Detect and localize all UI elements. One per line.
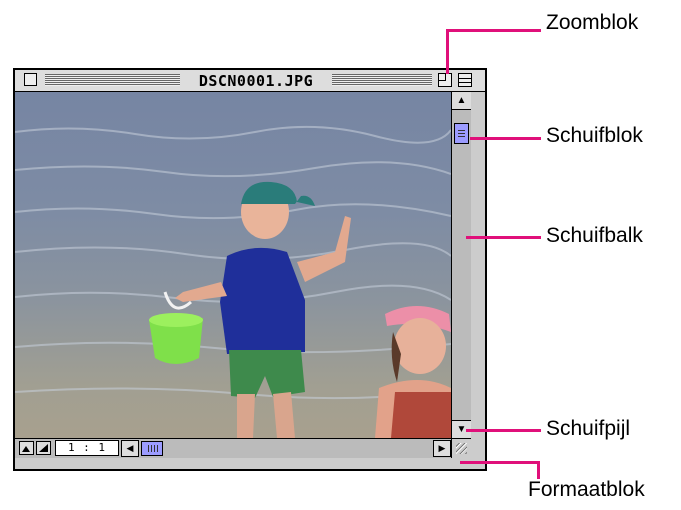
beach-photo — [15, 92, 451, 438]
rotate-icon[interactable] — [36, 441, 51, 455]
grow-box-icon[interactable] — [451, 438, 471, 458]
horizontal-scroll-track[interactable] — [139, 440, 433, 457]
scroll-left-arrow-icon[interactable]: ◀ — [121, 440, 139, 457]
callout-formaatblok: Formaatblok — [528, 478, 645, 501]
callout-schuifblok: Schuifblok — [546, 124, 643, 147]
scroll-right-arrow-icon[interactable]: ▶ — [433, 440, 451, 457]
horizontal-scrollbar[interactable]: ◀ ▶ — [121, 439, 451, 458]
window-title: DSCN0001.JPG — [198, 72, 314, 90]
formaatblok-leader-h — [460, 461, 540, 464]
title-bar[interactable]: DSCN0001.JPG — [15, 70, 485, 92]
scroll-up-arrow-icon[interactable]: ▲ — [452, 92, 471, 110]
image-window: DSCN0001.JPG ▲ ▼ 1: 1 ◀ ▶ — [13, 68, 487, 471]
callout-zoomblok: Zoomblok — [546, 11, 639, 34]
callout-schuifbalk: Schuifbalk — [546, 224, 643, 247]
mountain-icon[interactable] — [19, 441, 34, 455]
photo-viewport — [15, 92, 451, 438]
title-stripes-left — [45, 74, 180, 86]
schuifblok-leader — [470, 137, 541, 140]
horizontal-scroll-thumb[interactable] — [141, 441, 163, 456]
collapse-box-icon[interactable] — [458, 73, 472, 87]
vertical-scroll-thumb[interactable] — [454, 123, 469, 144]
zoomblok-leader-v — [446, 29, 449, 74]
zoomblok-leader-h — [446, 29, 541, 32]
callout-schuifpijl: Schuifpijl — [546, 417, 631, 440]
zoom-level-field[interactable]: 1 : 1 — [55, 440, 119, 456]
schuifbalk-leader — [466, 236, 541, 239]
formaatblok-leader-v — [537, 461, 540, 479]
bottom-toolbar: 1 : 1 ◀ ▶ — [15, 438, 471, 458]
schuifpijl-leader — [466, 429, 541, 432]
close-box-icon[interactable] — [24, 73, 37, 86]
vertical-scrollbar[interactable]: ▲ ▼ — [451, 92, 471, 438]
title-stripes-right — [332, 74, 432, 86]
zoom-box-icon[interactable] — [438, 73, 452, 87]
